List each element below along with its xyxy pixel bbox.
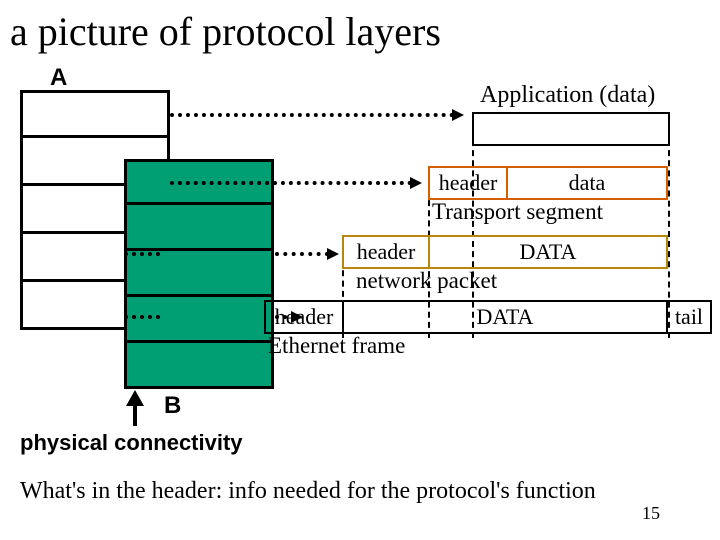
stack-a-layer <box>20 90 170 138</box>
page-number: 15 <box>642 503 660 524</box>
stack-b <box>124 159 274 389</box>
peer-arrow-link-left <box>124 315 160 319</box>
arrow-up-icon <box>126 390 144 406</box>
transport-segment: header data <box>428 166 668 200</box>
stack-b-layer <box>124 205 274 251</box>
application-label: Application (data) <box>480 82 655 109</box>
ethernet-frame: header DATA tail <box>264 300 712 334</box>
stack-a-label: A <box>50 64 67 92</box>
transport-data: data <box>506 166 668 200</box>
network-packet-label: network packet <box>356 268 497 294</box>
network-header: header <box>342 235 428 269</box>
peer-arrow-network-right <box>275 252 329 256</box>
stack-b-layer <box>124 297 274 343</box>
slide-root: { "title": "a picture of protocol layers… <box>0 0 720 540</box>
stack-b-layer <box>124 251 274 297</box>
ethernet-header: header <box>264 300 342 334</box>
ethernet-frame-label: Ethernet frame <box>268 333 405 359</box>
application-data-box <box>472 112 670 146</box>
network-packet: header DATA <box>342 235 668 269</box>
network-data: DATA <box>428 235 668 269</box>
peer-arrow-network-left <box>124 252 160 256</box>
transport-header: header <box>428 166 506 200</box>
physical-connectivity-label: physical connectivity <box>20 430 243 456</box>
peer-arrow-transport <box>170 181 412 185</box>
ethernet-data: DATA <box>342 300 668 334</box>
stack-b-layer <box>124 343 274 389</box>
slide-title: a picture of protocol layers <box>10 8 441 55</box>
ethernet-tail: tail <box>668 300 712 334</box>
stack-b-label: B <box>164 392 181 420</box>
footer-text: What's in the header: info needed for th… <box>20 478 596 505</box>
peer-arrow-application <box>170 113 454 117</box>
transport-segment-label: Transport segment <box>432 199 603 225</box>
